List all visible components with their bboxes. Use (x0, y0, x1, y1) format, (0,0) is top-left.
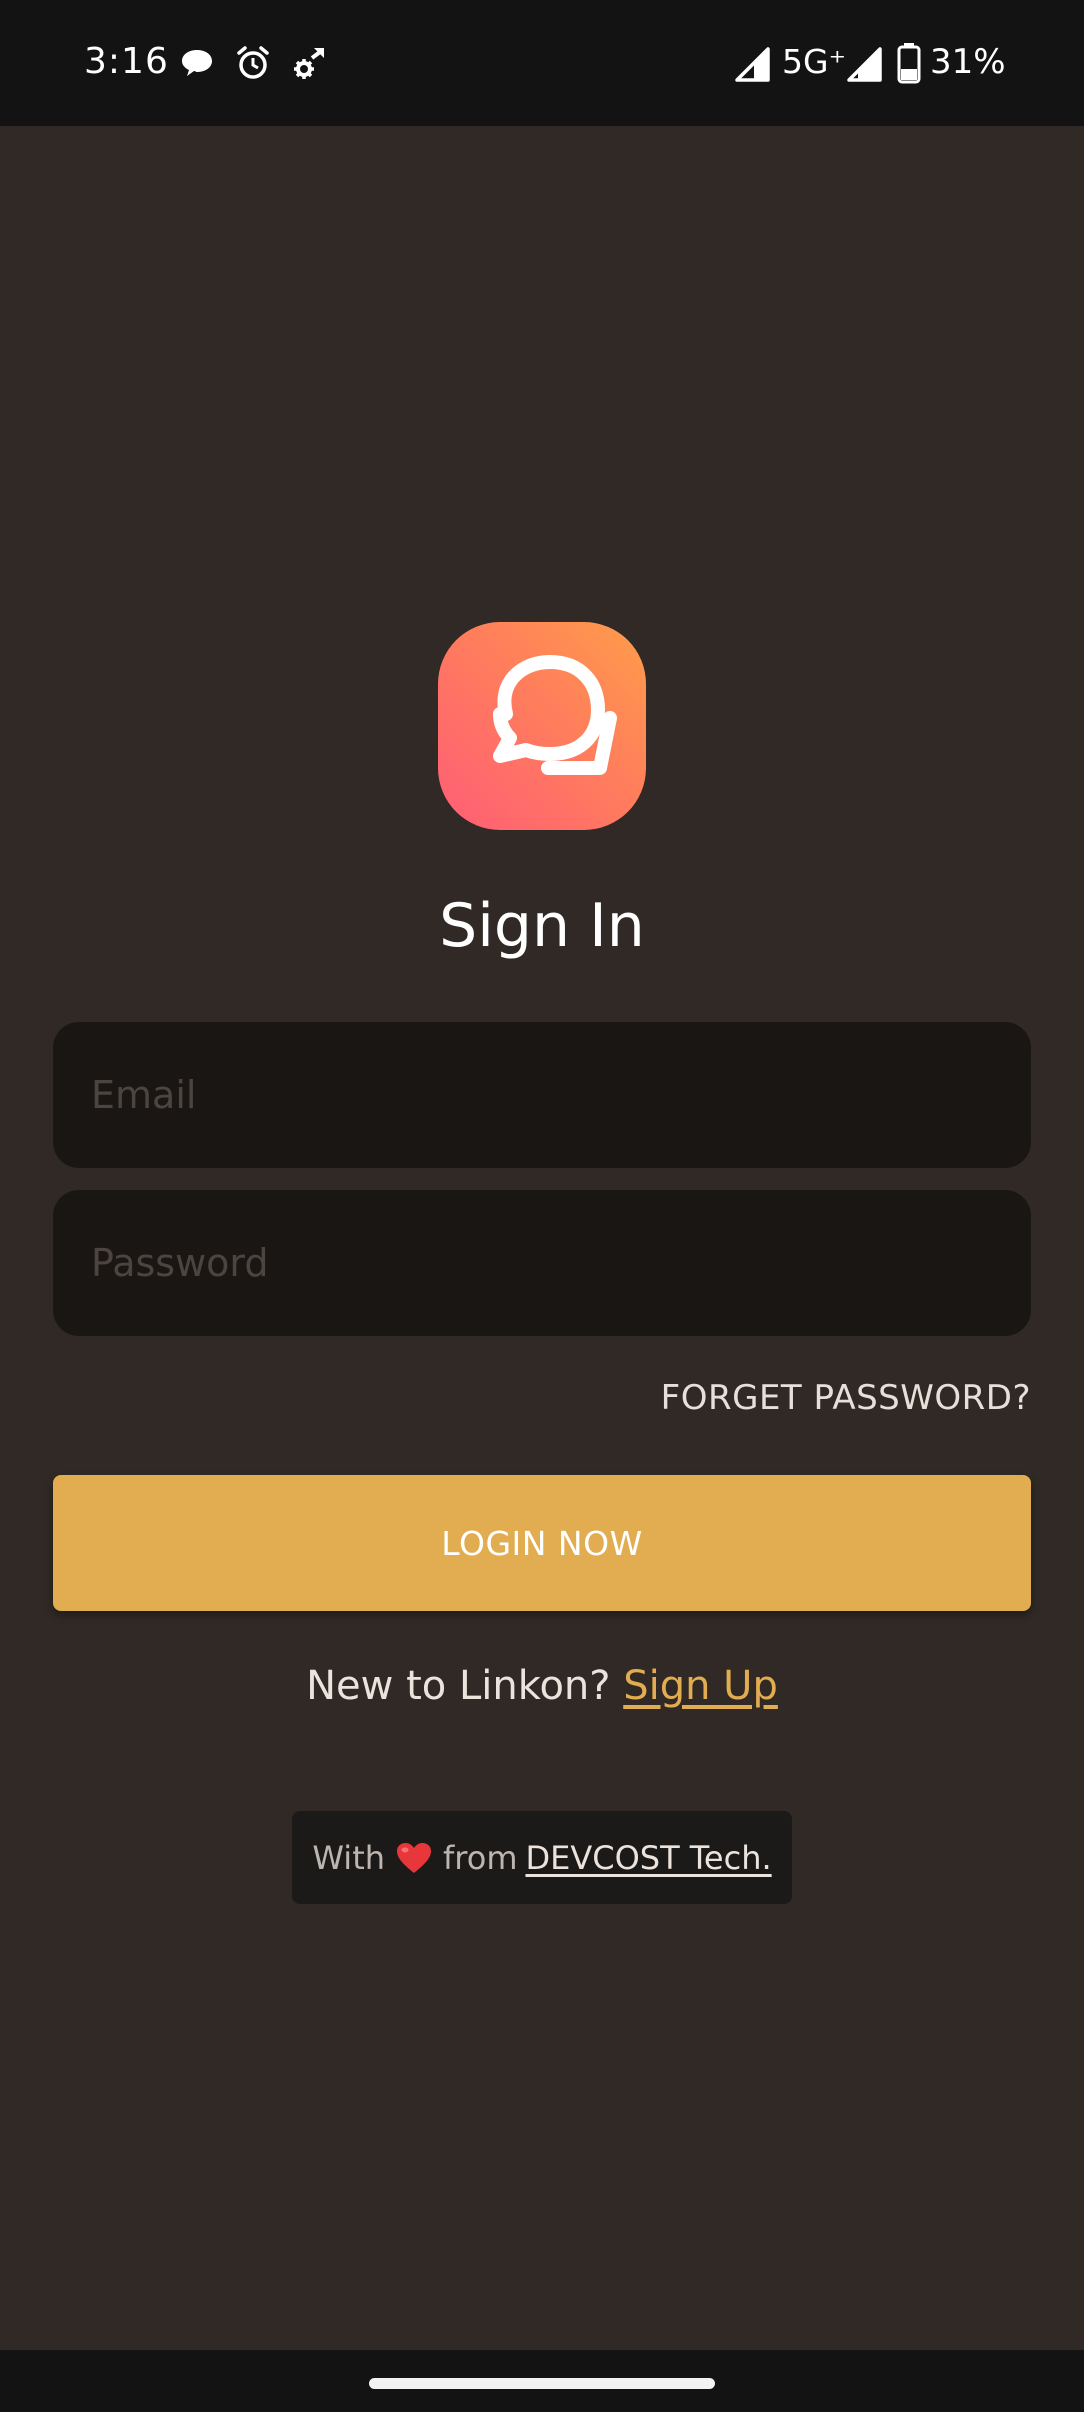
password-field[interactable] (53, 1190, 1031, 1336)
signal-icon-2 (847, 47, 882, 82)
forgot-password-link[interactable]: FORGET PASSWORD? (661, 1374, 1031, 1422)
email-field[interactable] (53, 1022, 1031, 1168)
battery-percent: 31% (930, 42, 1006, 82)
chat-bubble-icon (182, 50, 212, 76)
heart-icon (397, 1842, 432, 1873)
signup-link[interactable]: Sign Up (623, 1663, 778, 1709)
home-indicator[interactable] (369, 2378, 715, 2389)
status-time: 3:16 (84, 41, 169, 82)
signup-prompt-text: New to Linkon? (306, 1663, 611, 1709)
sign-in-screen: 3:16 5G⁺ 31% Sign In Email FORGET PASSWO… (0, 0, 1084, 2412)
credit-prefix: With (312, 1838, 386, 1877)
settings-sync-icon (294, 48, 324, 79)
network-type: 5G⁺ (782, 42, 846, 81)
status-bar: 3:16 5G⁺ 31% (0, 0, 1084, 126)
company-link[interactable]: DEVCOST Tech. (525, 1839, 771, 1877)
alarm-icon (237, 46, 269, 79)
page-title: Sign In (439, 891, 645, 961)
signup-prompt: New to Linkon? Sign Up (0, 1658, 1084, 1714)
battery-icon (897, 43, 921, 84)
app-logo (438, 622, 646, 830)
login-button[interactable]: LOGIN NOW (53, 1475, 1031, 1611)
signal-icon (735, 47, 770, 82)
chat-bubbles-icon (493, 655, 617, 775)
credit-badge: With from DEVCOST Tech. (292, 1811, 792, 1904)
credit-middle: from (443, 1838, 518, 1877)
